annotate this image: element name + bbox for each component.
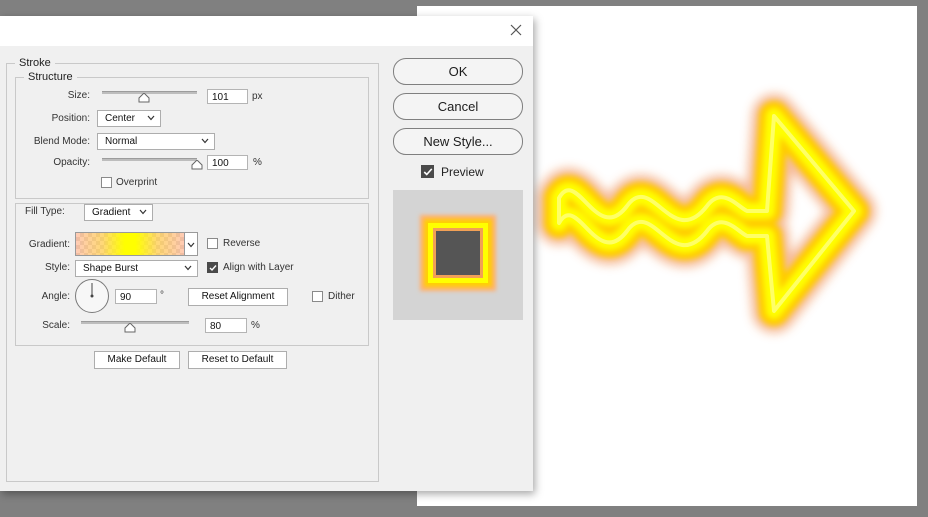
checkmark-icon [423, 168, 433, 176]
style-value: Shape Burst [83, 263, 139, 274]
opacity-unit: % [253, 157, 262, 168]
new-style-button[interactable]: New Style... [393, 128, 523, 155]
chevron-down-icon [139, 209, 147, 215]
scale-input[interactable]: 80 [205, 318, 247, 333]
chevron-down-icon [147, 115, 155, 121]
align-with-layer-label: Align with Layer [223, 262, 294, 273]
fill-type-select[interactable]: Gradient [84, 204, 153, 221]
fill-type-value: Gradient [92, 207, 131, 218]
style-preview-thumbnail [393, 190, 523, 320]
opacity-label: Opacity: [53, 157, 90, 168]
chevron-down-icon [187, 242, 195, 248]
structure-title: Structure [28, 71, 73, 83]
size-label: Size: [67, 90, 90, 101]
angle-needle-icon [90, 283, 94, 298]
position-select[interactable]: Center [97, 110, 161, 127]
stroke-title: Stroke [19, 57, 51, 69]
chevron-down-icon [184, 265, 192, 271]
scale-label: Scale: [42, 320, 70, 331]
style-select[interactable]: Shape Burst [75, 260, 198, 277]
size-slider-thumb[interactable] [138, 93, 150, 103]
dither-label: Dither [328, 291, 355, 302]
gradient-swatch[interactable] [75, 232, 185, 256]
opacity-input[interactable]: 100 [207, 155, 248, 170]
gradient-label: Gradient: [28, 239, 70, 250]
preview-swatch [420, 215, 496, 291]
overprint-label: Overprint [116, 177, 158, 188]
preview-checkbox[interactable] [421, 165, 434, 178]
opacity-slider-thumb[interactable] [191, 160, 203, 170]
reverse-label: Reverse [223, 238, 261, 249]
blend-mode-select[interactable]: Normal [97, 133, 215, 150]
size-input[interactable]: 101 [207, 89, 248, 104]
scale-unit: % [251, 320, 260, 331]
scale-slider-thumb[interactable] [124, 323, 136, 333]
style-label: Style: [44, 262, 70, 273]
dither-checkbox[interactable] [312, 291, 323, 302]
size-unit: px [252, 91, 263, 102]
cancel-button[interactable]: Cancel [393, 93, 523, 120]
angle-input[interactable]: 90 [115, 289, 157, 304]
blend-mode-value: Normal [105, 136, 138, 147]
gradient-picker-dropdown[interactable] [185, 232, 198, 256]
position-label: Position: [51, 113, 90, 124]
close-icon[interactable] [508, 22, 524, 38]
position-value: Center [105, 113, 136, 124]
layer-style-dialog: Stroke Structure Size: 101 px Position: … [0, 16, 533, 491]
blend-mode-label: Blend Mode: [33, 136, 90, 147]
angle-dial[interactable] [75, 279, 109, 313]
make-default-button[interactable]: Make Default [94, 351, 180, 369]
ok-button[interactable]: OK [393, 58, 523, 85]
reset-to-default-button[interactable]: Reset to Default [188, 351, 287, 369]
angle-unit: ° [160, 290, 164, 301]
preview-label: Preview [441, 165, 484, 179]
angle-label: Angle: [41, 291, 70, 302]
opacity-slider[interactable] [102, 158, 197, 161]
checkmark-icon [209, 265, 217, 272]
dialog-titlebar [0, 16, 533, 46]
chevron-down-icon [201, 138, 209, 144]
align-with-layer-checkbox[interactable] [207, 262, 218, 273]
overprint-checkbox[interactable] [101, 177, 112, 188]
reverse-checkbox[interactable] [207, 238, 218, 249]
reset-alignment-button[interactable]: Reset Alignment [188, 288, 288, 306]
fill-type-label: Fill Type: [22, 206, 68, 217]
